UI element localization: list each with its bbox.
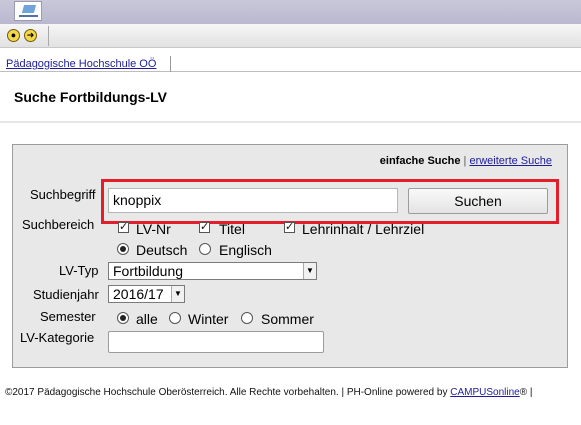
footer-text: ©2017 Pädagogische Hochschule Oberösterr… xyxy=(5,387,448,398)
chevron-down-icon: ▼ xyxy=(171,286,184,302)
year-select-value: 2016/17 xyxy=(113,286,164,302)
campusonline-link[interactable]: CAMPUSonline xyxy=(450,387,519,398)
institution-logo[interactable] xyxy=(14,1,42,21)
page-title: Suche Fortbildungs-LV xyxy=(14,89,167,105)
checkbox-lv-nr[interactable]: ✓ xyxy=(118,222,129,233)
tab-institution[interactable]: Pädagogische Hochschule OÖ xyxy=(4,56,172,72)
chevron-down-icon: ▼ xyxy=(303,263,316,279)
radio-winter[interactable] xyxy=(169,312,181,324)
semester-label: Semester xyxy=(40,309,96,324)
radio-sommer[interactable] xyxy=(241,312,253,324)
year-label: Studienjahr xyxy=(33,287,99,302)
radio-deutsch[interactable] xyxy=(117,243,129,255)
type-select-value: Fortbildung xyxy=(113,263,184,279)
type-select[interactable]: Fortbildung ▼ xyxy=(108,262,317,280)
mode-separator: | xyxy=(463,155,467,167)
radio-label-deutsch: Deutsch xyxy=(136,242,188,258)
year-select[interactable]: 2016/17 ▼ xyxy=(108,285,185,303)
category-input[interactable] xyxy=(108,331,324,353)
category-label: LV-Kategorie xyxy=(20,330,95,345)
highlight-box xyxy=(101,179,559,224)
radio-label-sommer: Sommer xyxy=(261,311,314,327)
checkbox-label-lehrinhalt: Lehrinhalt / Lehrziel xyxy=(302,221,425,237)
radio-label-englisch: Englisch xyxy=(219,242,272,258)
type-label: LV-Typ xyxy=(59,263,99,278)
search-term-label: Suchbegriff xyxy=(30,187,96,202)
search-mode-links: einfache Suche | erweiterte Suche xyxy=(380,155,552,167)
arrow-right-icon[interactable]: ➜ xyxy=(24,29,37,42)
header-divider xyxy=(0,121,581,123)
tab-strip: Pädagogische Hochschule OÖ xyxy=(0,56,581,72)
simple-search-label: einfache Suche xyxy=(379,155,461,167)
radio-label-alle: alle xyxy=(136,311,158,327)
top-bar xyxy=(0,0,581,24)
radio-alle[interactable] xyxy=(117,312,129,324)
toolbar-divider xyxy=(48,26,49,46)
toolbar: ● ➜ xyxy=(0,24,581,48)
footer: ©2017 Pädagogische Hochschule Oberösterr… xyxy=(5,387,532,398)
search-scope-label: Suchbereich xyxy=(22,217,95,232)
checkbox-titel[interactable]: ✓ xyxy=(199,222,210,233)
checkbox-lehrinhalt[interactable]: ✓ xyxy=(284,222,295,233)
advanced-search-link[interactable]: erweiterte Suche xyxy=(469,155,552,167)
gear-icon[interactable]: ● xyxy=(7,29,20,42)
radio-label-winter: Winter xyxy=(188,311,229,327)
radio-englisch[interactable] xyxy=(199,243,211,255)
checkbox-label-lv-nr: LV-Nr xyxy=(136,221,171,237)
footer-suffix: ® | xyxy=(519,387,533,398)
checkbox-label-titel: Titel xyxy=(219,221,245,237)
